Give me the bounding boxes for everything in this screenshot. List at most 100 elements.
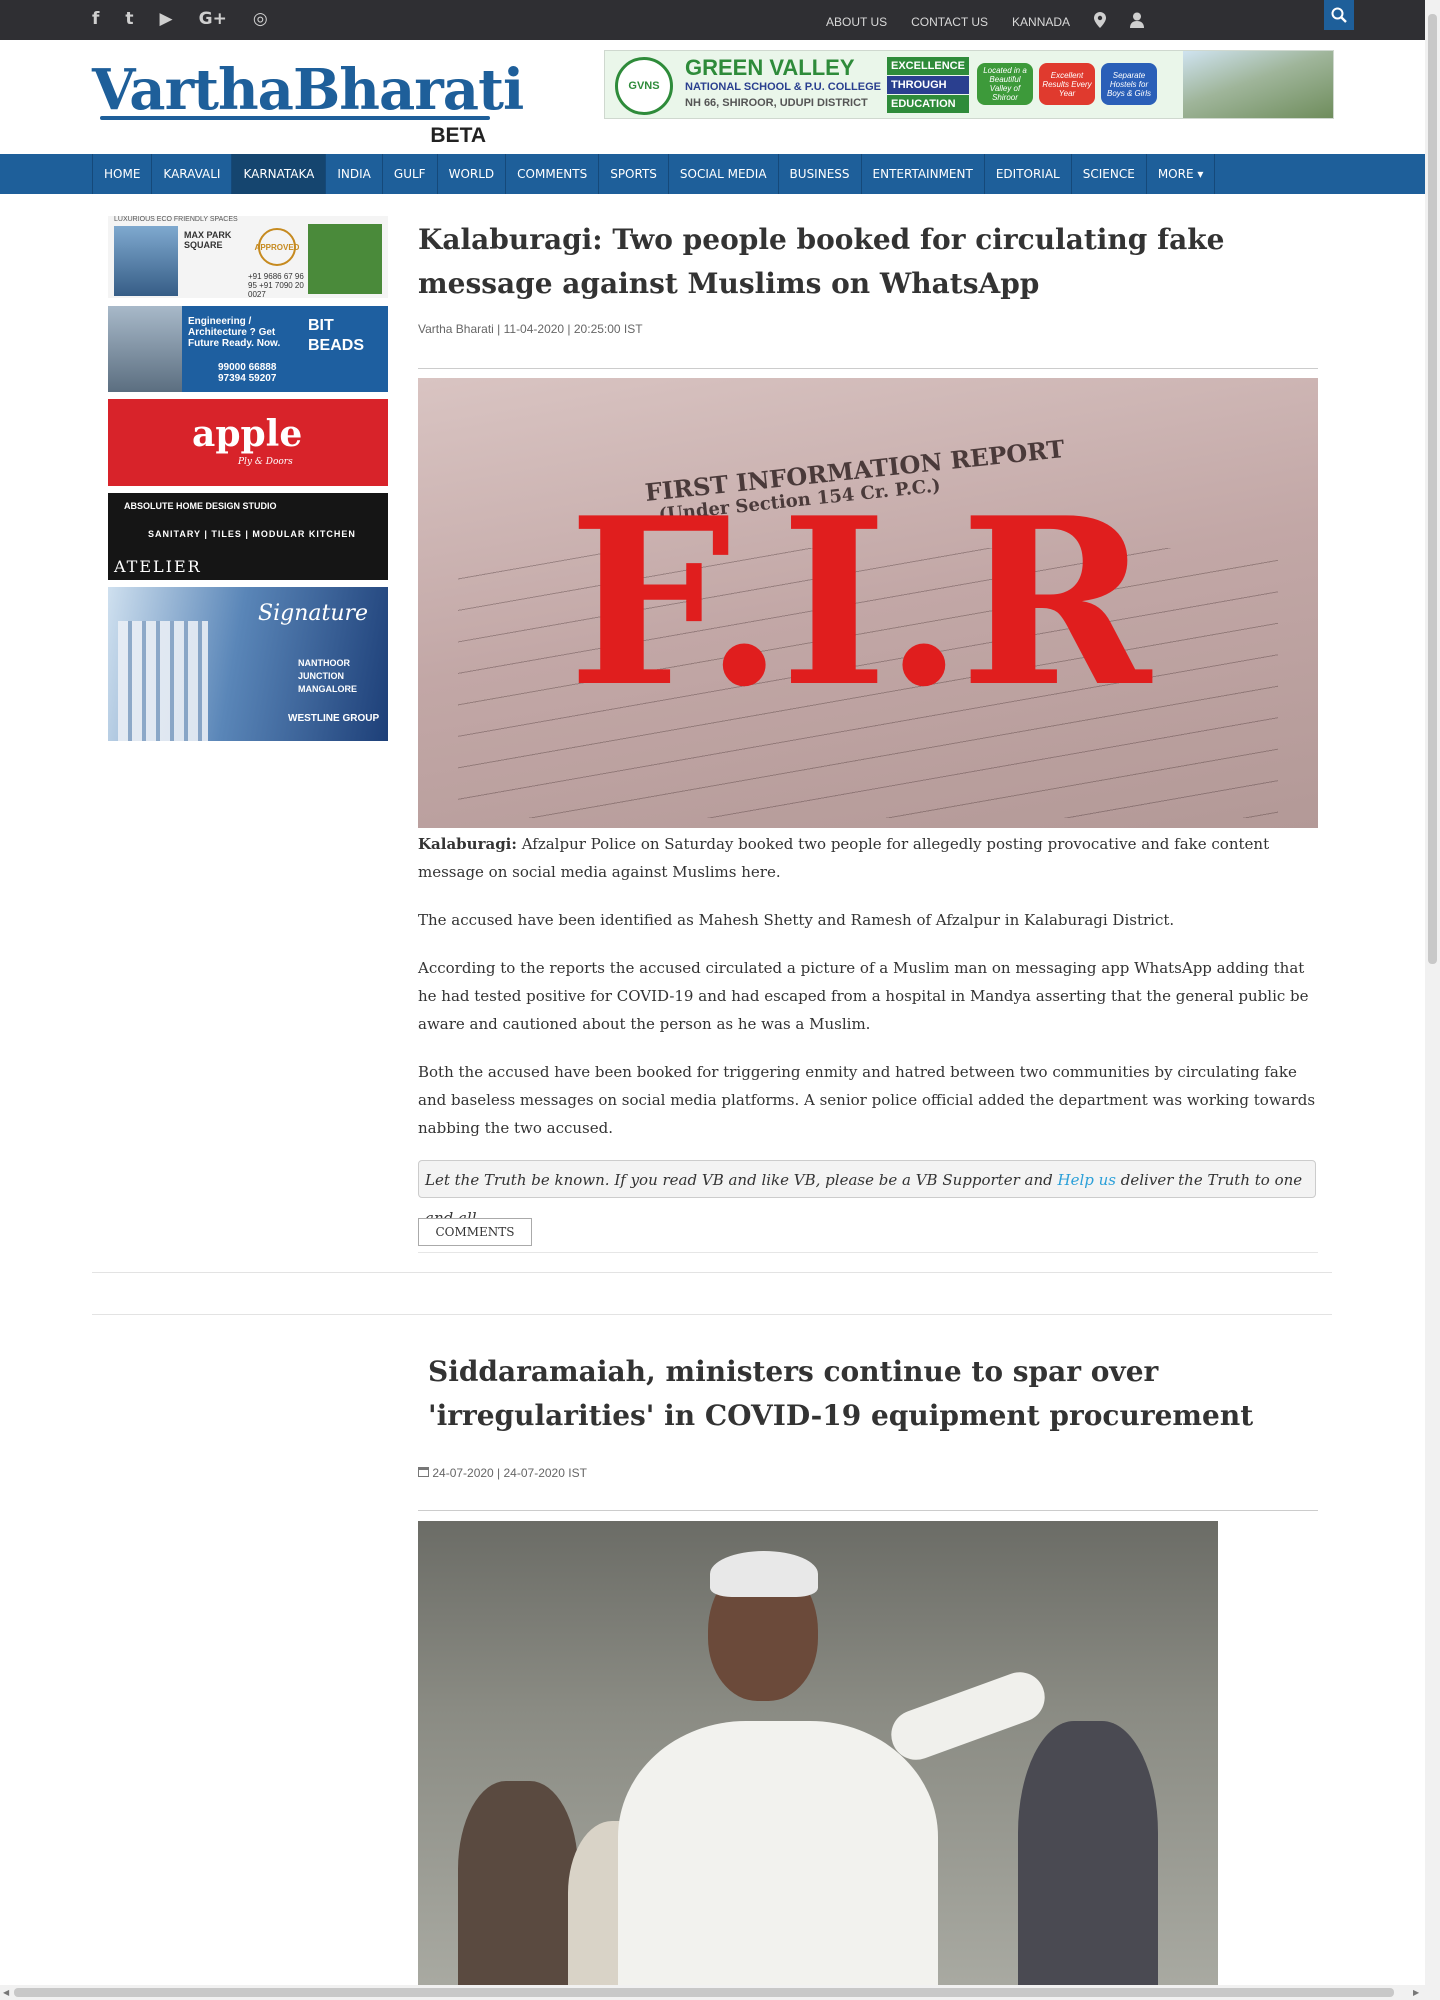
ad-campus-photo: [1183, 51, 1333, 118]
horizontal-scrollbar[interactable]: ◀ ▶: [0, 1985, 1425, 2000]
article-title[interactable]: Kalaburagi: Two people booked for circul…: [418, 218, 1318, 306]
nav-item-gulf[interactable]: GULF: [383, 154, 438, 194]
vertical-scroll-thumb[interactable]: [1428, 14, 1437, 964]
help-us-link[interactable]: Help us: [1058, 1171, 1116, 1189]
nav-item-editorial[interactable]: EDITORIAL: [985, 154, 1072, 194]
ad2-phone: 99000 66888 97394 59207: [218, 362, 277, 384]
photo-subject-shirt: [618, 1721, 938, 1991]
nav-item-world[interactable]: WORLD: [438, 154, 507, 194]
nav-item-home[interactable]: HOME: [93, 154, 153, 194]
site-logo[interactable]: VarthaBharati BETA: [92, 57, 524, 148]
section-divider-2: [92, 1314, 1332, 1315]
photo-subject-hair: [710, 1551, 818, 1597]
support-pre: Let the Truth be known. If you read VB a…: [425, 1171, 1053, 1189]
facebook-icon[interactable]: f: [92, 8, 99, 30]
nav-item-karavali[interactable]: KARAVALI: [152, 154, 233, 194]
nav-item-social-media[interactable]: SOCIAL MEDIA: [669, 154, 779, 194]
ad1-approved: APPROVED: [255, 228, 299, 266]
youtube-icon[interactable]: ▶: [160, 8, 173, 30]
ad-excellence-2: THROUGH: [887, 76, 969, 94]
article-paragraph-4: Both the accused have been booked for tr…: [418, 1063, 1316, 1137]
article-body: Kalaburagi: Afzalpur Police on Saturday …: [418, 830, 1318, 1162]
ad-apple-ply[interactable]: apple Ply & Doors: [108, 399, 388, 486]
ad1-name: MAX PARK SQUARE: [184, 230, 232, 250]
nav-item-entertainment[interactable]: ENTERTAINMENT: [862, 154, 985, 194]
photo-subject-arm: [884, 1665, 1052, 1767]
ad-atelier[interactable]: ABSOLUTE HOME DESIGN STUDIO SANITARY | T…: [108, 493, 388, 580]
map-marker-icon[interactable]: [1094, 12, 1107, 32]
twitter-icon[interactable]: t: [125, 8, 133, 30]
logo-beta: BETA: [430, 124, 486, 147]
nav-item-comments[interactable]: COMMENTS: [506, 154, 600, 194]
article2-divider: [418, 1510, 1318, 1511]
ad3-sub: Ply & Doors: [238, 457, 293, 467]
nav-item-science[interactable]: SCIENCE: [1072, 154, 1147, 194]
ad-excellence: EXCELLENCE THROUGH EDUCATION: [887, 57, 969, 114]
ad3-brand: apple: [192, 413, 303, 455]
article-siddaramaiah: Siddaramaiah, ministers continue to spar…: [418, 1350, 1318, 1991]
ad-name: GREEN VALLEY: [685, 55, 855, 80]
support-box: Let the Truth be known. If you read VB a…: [418, 1160, 1316, 1227]
photo-bg-person-2: [1018, 1721, 1158, 1991]
article-fake-message: Kalaburagi: Two people booked for circul…: [418, 218, 1318, 1253]
ad-pill-2: Excellent Results Every Year: [1039, 63, 1095, 105]
ad-seal: GVNS: [615, 57, 673, 115]
nav-item-sports[interactable]: SPORTS: [599, 154, 669, 194]
ad2-text: Engineering / Architecture ? Get Future …: [188, 316, 281, 349]
ad-pill-3: Separate Hostels for Boys & Girls: [1101, 63, 1157, 105]
nav-item-business[interactable]: BUSINESS: [779, 154, 862, 194]
comments-divider: [418, 1252, 1318, 1253]
lead-text: Afzalpur Police on Saturday booked two p…: [418, 835, 1270, 881]
fir-big-letters: F.I.R: [568, 468, 1151, 738]
about-us-link[interactable]: ABOUT US: [826, 14, 887, 30]
ad5-building: [118, 621, 208, 741]
ad5-loc: NANTHOOR JUNCTION MANGALORE: [298, 658, 357, 694]
ad-bit-beads[interactable]: Engineering / Architecture ? Get Future …: [108, 306, 388, 392]
ad-line3: NH 66, SHIROOR, UDUPI DISTRICT: [685, 97, 868, 109]
ad4-a: ABSOLUTE HOME DESIGN STUDIO: [124, 501, 277, 511]
nav-item-karnataka[interactable]: KARNATAKA: [232, 154, 327, 194]
article2-title[interactable]: Siddaramaiah, ministers continue to spar…: [428, 1350, 1318, 1438]
article-lead: Kalaburagi: Afzalpur Police on Saturday …: [418, 830, 1318, 886]
social-links: f t ▶ G+ ◎: [92, 8, 268, 30]
kannada-link[interactable]: KANNADA: [1012, 14, 1070, 30]
logo-swoosh: [100, 116, 490, 120]
ad4-c: ATELIER: [114, 557, 202, 576]
logo-bharati: Bharati: [292, 57, 524, 123]
comments-button[interactable]: COMMENTS: [418, 1218, 532, 1246]
contact-us-link[interactable]: CONTACT US: [911, 14, 988, 30]
logo-vartha: Vartha: [92, 57, 294, 123]
ad-excellence-3: EDUCATION: [887, 95, 969, 113]
nav-item-india[interactable]: INDIA: [326, 154, 383, 194]
top-bar: f t ▶ G+ ◎ ABOUT US CONTACT US KANNADA: [0, 0, 1425, 40]
ad1-phone: +91 9686 67 96 95 +91 7090 20 0027: [248, 272, 304, 298]
instagram-icon[interactable]: ◎: [253, 8, 268, 30]
lead-place: Kalaburagi:: [418, 835, 517, 853]
google-plus-icon[interactable]: G+: [199, 8, 227, 30]
user-icon[interactable]: [1130, 12, 1145, 32]
search-button[interactable]: [1324, 0, 1354, 30]
scroll-right-icon[interactable]: ▶: [1413, 1988, 1419, 1997]
section-divider-1: [92, 1272, 1332, 1273]
ad-line2: NATIONAL SCHOOL & P.U. COLLEGE: [685, 81, 881, 93]
header-ad-banner[interactable]: GVNS GREEN VALLEY NATIONAL SCHOOL & P.U.…: [604, 50, 1334, 119]
ad5-group: WESTLINE GROUP: [288, 713, 380, 724]
photo-bg-person-1: [458, 1781, 578, 1991]
nav-item-more[interactable]: MORE ▾: [1147, 154, 1216, 194]
ad5-sig: Signature: [258, 601, 369, 626]
ad-max-park-square[interactable]: LUXURIOUS ECO FRIENDLY SPACES MAX PARK S…: [108, 216, 388, 298]
search-icon: [1331, 7, 1347, 23]
ad-signature[interactable]: Signature NANTHOOR JUNCTION MANGALORE WE…: [108, 587, 388, 741]
calendar-icon: [418, 1466, 432, 1480]
article-paragraph-3: According to the reports the accused cir…: [418, 959, 1309, 1033]
horizontal-scroll-thumb[interactable]: [14, 1988, 1394, 1997]
ad-excellence-1: EXCELLENCE: [887, 57, 969, 75]
ad1-building: [114, 226, 178, 296]
ad2-brand: BIT BEADS: [308, 317, 365, 354]
article-paragraph-2: The accused have been identified as Mahe…: [418, 911, 1175, 929]
fir-image: FIRST INFORMATION REPORT (Under Section …: [418, 378, 1318, 828]
article2-meta: 24-07-2020 | 24-07-2020 IST: [418, 1466, 587, 1480]
article-meta: Vartha Bharati | 11-04-2020 | 20:25:00 I…: [418, 322, 643, 336]
main-nav: HOME KARAVALI KARNATAKA INDIA GULF WORLD COMME…: [0, 154, 1425, 194]
scroll-left-icon[interactable]: ◀: [3, 1988, 9, 1997]
